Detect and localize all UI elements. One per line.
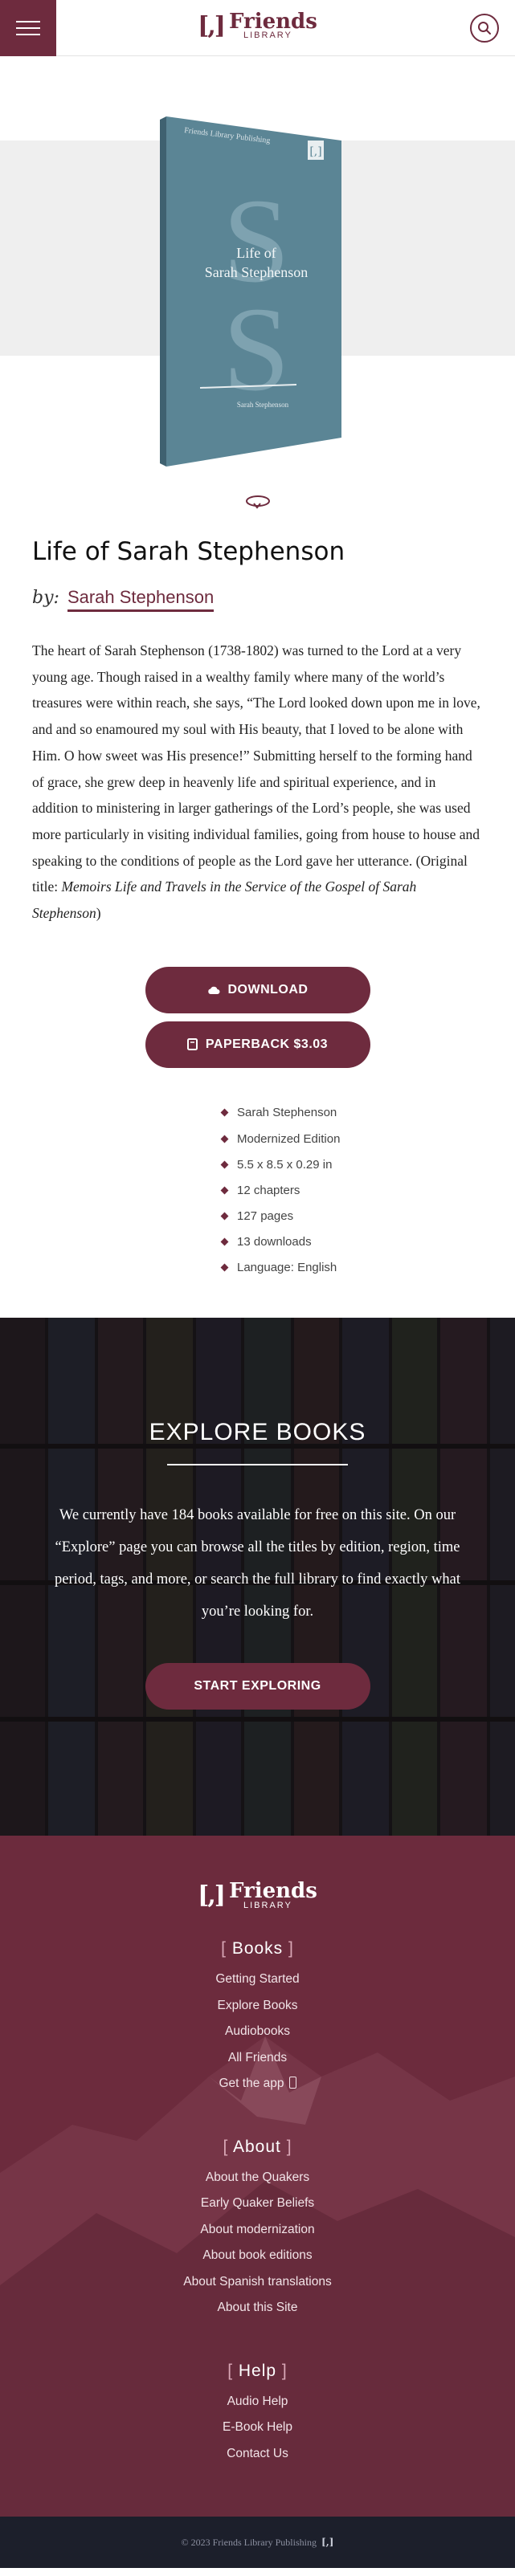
footer-link-audio-help[interactable]: Audio Help — [0, 2389, 515, 2415]
footer-link-all-friends[interactable]: All Friends — [0, 2045, 515, 2072]
cover-logo-mark: [,] — [309, 145, 321, 158]
book-cover-art: [,] Friends Library Publishing S S Life … — [160, 116, 341, 467]
footer-link-get-app[interactable]: Get the app — [0, 2071, 515, 2097]
paperback-button[interactable]: PAPERBACK $3.03 — [145, 1021, 370, 1068]
copyright-bar: © 2023 Friends Library Publishing [,] — [0, 2517, 515, 2569]
meta-edition: Modernized Edition — [220, 1126, 483, 1151]
logo-sub: LIBRARY — [243, 31, 292, 40]
footer-heading-text: Help — [238, 2361, 277, 2380]
get-app-label: Get the app — [219, 2077, 284, 2091]
footer-heading-text: About — [232, 2137, 281, 2156]
search-button[interactable] — [470, 14, 499, 43]
footer-logo-mark: [,] — [198, 1881, 226, 1910]
meta-dimensions: 5.5 x 8.5 x 0.29 in — [220, 1151, 483, 1177]
by-label: by: — [32, 588, 59, 608]
menu-icon-bar — [16, 34, 40, 35]
rotate-cover-button[interactable] — [0, 494, 515, 510]
search-icon — [478, 22, 491, 35]
book-details: Life of Sarah Stephenson by: Sarah Steph… — [0, 537, 515, 1281]
footer-link-about-quakers[interactable]: About the Quakers — [0, 2165, 515, 2191]
byline: by: Sarah Stephenson — [32, 587, 483, 612]
footer-link-about-site[interactable]: About this Site — [0, 2295, 515, 2321]
footer-help-heading: [ Help ] — [227, 2361, 288, 2380]
cover-band: [,] Friends Library Publishing S S Life … — [0, 116, 515, 467]
meta-language: Language: English — [220, 1255, 483, 1281]
paperback-label: PAPERBACK $3.03 — [205, 1037, 329, 1051]
footer-link-explore-books[interactable]: Explore Books — [0, 1993, 515, 2020]
footer-heading-text: Books — [231, 1939, 284, 1958]
explore-divider — [167, 1464, 348, 1466]
download-button[interactable]: DOWNLOAD — [145, 966, 370, 1013]
footer-books-section: [ Books ] Getting Started Explore Books … — [0, 1939, 515, 2097]
diamond-bullet-icon — [220, 1186, 229, 1195]
cover-title-line2: Sarah Stephenson — [205, 264, 308, 280]
site-logo[interactable]: [,] Friends LIBRARY — [198, 11, 317, 40]
footer-link-getting-started[interactable]: Getting Started — [0, 1967, 515, 1993]
footer-link-book-editions[interactable]: About book editions — [0, 2243, 515, 2269]
meta-chapters: 12 chapters — [220, 1177, 483, 1203]
meta-text: 127 pages — [237, 1209, 294, 1224]
footer-about-heading: [ About ] — [223, 2137, 292, 2156]
meta-text: 13 downloads — [237, 1235, 312, 1249]
cover-author: Sarah Stephenson — [237, 401, 289, 409]
footer-logo[interactable]: [,] Friends LIBRARY — [198, 1881, 317, 1910]
logo-word: Friends — [229, 10, 317, 34]
footer-help-section: [ Help ] Audio Help E-Book Help Contact … — [0, 2362, 515, 2468]
footer-logo-sub: LIBRARY — [243, 1901, 292, 1911]
diamond-bullet-icon — [220, 1237, 229, 1246]
cover-title-line1: Life of — [236, 245, 276, 261]
menu-button[interactable] — [0, 0, 56, 56]
footer-link-spanish-translations[interactable]: About Spanish translations — [0, 2269, 515, 2296]
action-buttons: DOWNLOAD PAPERBACK $3.03 — [32, 966, 483, 1068]
meta-text: 12 chapters — [237, 1183, 300, 1197]
meta-downloads: 13 downloads — [220, 1229, 483, 1255]
cover-monogram-lower: S — [223, 283, 289, 416]
phone-icon — [288, 2077, 296, 2089]
copyright-text: © 2023 Friends Library Publishing — [181, 2536, 317, 2548]
start-exploring-button[interactable]: START EXPLORING — [145, 1663, 370, 1710]
meta-author: Sarah Stephenson — [220, 1100, 483, 1126]
description-text: The heart of Sarah Stephenson (1738-1802… — [32, 642, 480, 895]
description-closing: ) — [96, 905, 101, 922]
book-meta-list: Sarah Stephenson Modernized Edition 5.5 … — [220, 1100, 483, 1281]
footer-link-contact[interactable]: Contact Us — [0, 2441, 515, 2468]
footer-link-quaker-beliefs[interactable]: Early Quaker Beliefs — [0, 2191, 515, 2217]
book-title: Life of Sarah Stephenson — [32, 537, 345, 566]
explore-section: EXPLORE BOOKS We currently have 184 book… — [0, 1318, 515, 1836]
meta-text: Modernized Edition — [237, 1131, 341, 1146]
footer-link-modernization[interactable]: About modernization — [0, 2217, 515, 2244]
footer-logo-word: Friends — [229, 1879, 317, 1904]
author-link[interactable]: Sarah Stephenson — [67, 587, 215, 612]
diamond-bullet-icon — [220, 1135, 229, 1143]
copyright-logo-mark: [,] — [321, 2537, 334, 2549]
explore-body: We currently have 184 books available fo… — [55, 1507, 460, 1620]
site-header: [,] Friends LIBRARY — [0, 0, 515, 56]
meta-text: Language: English — [237, 1261, 337, 1275]
original-title: Memoirs Life and Travels in the Service … — [32, 878, 417, 922]
menu-icon-bar — [16, 27, 40, 29]
diamond-bullet-icon — [220, 1264, 229, 1272]
logo-mark: [,] — [198, 11, 226, 40]
footer-books-heading: [ Books ] — [221, 1939, 294, 1958]
footer-link-audiobooks[interactable]: Audiobooks — [0, 2019, 515, 2045]
book-description: The heart of Sarah Stephenson (1738-1802… — [32, 638, 483, 927]
footer-about-section: [ About ] About the Quakers Early Quaker… — [0, 2138, 515, 2321]
site-footer: [,] Friends LIBRARY [ Books ] Getting St… — [0, 1836, 515, 2517]
meta-text: Sarah Stephenson — [237, 1106, 337, 1120]
book-icon — [186, 1038, 198, 1051]
rotate-icon — [245, 495, 270, 509]
footer-link-ebook-help[interactable]: E-Book Help — [0, 2415, 515, 2441]
diamond-bullet-icon — [220, 1108, 229, 1117]
diamond-bullet-icon — [220, 1160, 229, 1169]
download-label: DOWNLOAD — [227, 982, 309, 997]
explore-heading: EXPLORE BOOKS — [149, 1419, 366, 1446]
meta-text: 5.5 x 8.5 x 0.29 in — [237, 1157, 333, 1172]
menu-icon-bar — [16, 21, 40, 22]
diamond-bullet-icon — [220, 1212, 229, 1221]
cloud-icon — [207, 986, 219, 994]
book-cover[interactable]: [,] Friends Library Publishing S S Life … — [160, 116, 341, 467]
start-exploring-label: START EXPLORING — [194, 1679, 321, 1694]
meta-pages: 127 pages — [220, 1203, 483, 1229]
